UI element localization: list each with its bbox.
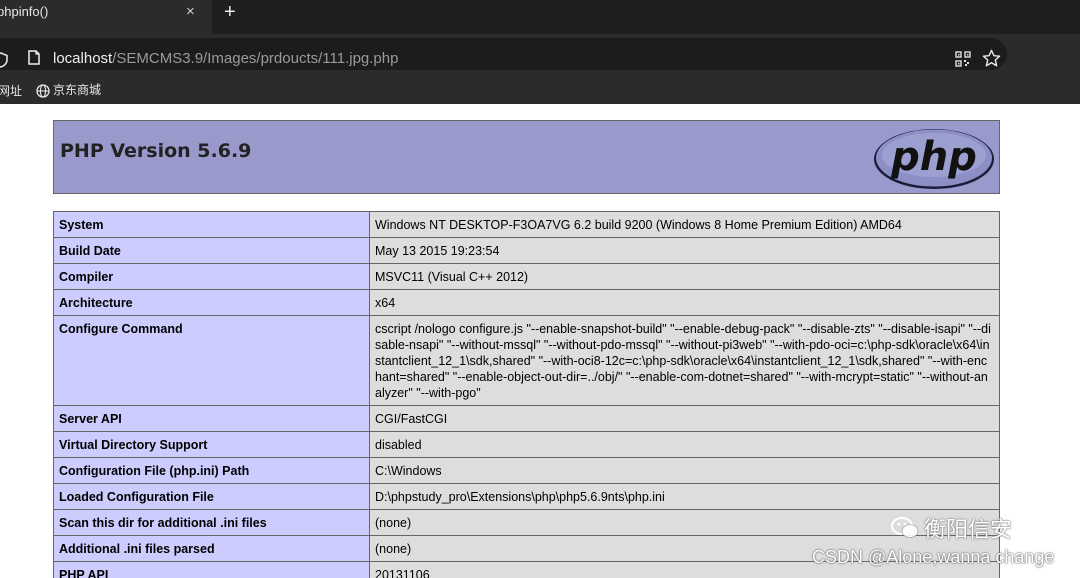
tab-strip: phpinfo() × + xyxy=(0,0,1080,34)
table-row: Server API CGI/FastCGI xyxy=(53,405,1000,432)
table-row: Configure Command cscript /nologo configu… xyxy=(53,315,1000,406)
watermark-brand: 衡阳信安 xyxy=(890,512,1012,544)
page-title: PHP Version 5.6.9 xyxy=(60,140,252,162)
url-host: localhost xyxy=(53,50,113,67)
table-row: Architecture x64 xyxy=(53,289,1000,316)
new-tab-button[interactable]: + xyxy=(224,0,236,26)
row-key: Server API xyxy=(53,405,370,432)
tab-close-button[interactable]: × xyxy=(186,0,195,24)
row-key: Compiler xyxy=(53,263,370,290)
table-row: Build Date May 13 2015 19:23:54 xyxy=(53,237,1000,264)
row-value: x64 xyxy=(369,289,1000,316)
row-value: disabled xyxy=(369,431,1000,458)
row-value: CGI/FastCGI xyxy=(369,405,1000,432)
row-value: Windows NT DESKTOP-F3OA7VG 6.2 build 920… xyxy=(369,211,1000,238)
url-path: /SEMCMS3.9/Images/prdoucts/111.jpg.php xyxy=(112,50,399,67)
watermark-csdn: CSDN @Alone,wanna change xyxy=(812,547,1055,567)
tab-title: phpinfo() xyxy=(0,4,49,19)
table-row: Configuration File (php.ini) Path C:\Wind… xyxy=(53,457,1000,484)
shield-icon[interactable] xyxy=(0,52,8,68)
table-row: Compiler MSVC11 (Visual C++ 2012) xyxy=(53,263,1000,290)
php-logo-text: php xyxy=(890,134,977,180)
row-key: Virtual Directory Support xyxy=(53,431,370,458)
qr-code-icon[interactable] xyxy=(955,51,971,67)
bookmark-item[interactable]: 网址 xyxy=(0,82,22,99)
row-key: Scan this dir for additional .ini files xyxy=(53,509,370,536)
php-info-table: System Windows NT DESKTOP-F3OA7VG 6.2 bui… xyxy=(53,211,1000,578)
bookmark-label: 京东商城 xyxy=(53,83,102,97)
row-key: Build Date xyxy=(53,237,370,264)
wechat-icon xyxy=(891,517,919,538)
php-header: PHP Version 5.6.9 php xyxy=(53,120,1000,194)
row-key: PHP API xyxy=(53,561,370,578)
browser-tab[interactable]: phpinfo() × xyxy=(0,0,212,34)
bookmark-item[interactable]: 京东商城 xyxy=(36,81,101,98)
bookmarks-bar: 网址 京东商城 xyxy=(0,76,1080,104)
row-key: Additional .ini files parsed xyxy=(53,535,370,562)
row-key: Loaded Configuration File xyxy=(53,483,370,510)
address-url[interactable]: localhost/SEMCMS3.9/Images/prdoucts/111.… xyxy=(53,50,398,68)
table-row: Virtual Directory Support disabled xyxy=(53,431,1000,458)
row-value: cscript /nologo configure.js "--enable-s… xyxy=(369,315,1000,406)
page-content: PHP Version 5.6.9 php System Windows NT D… xyxy=(0,104,1080,578)
star-icon[interactable] xyxy=(982,49,1001,68)
address-bar[interactable]: localhost/SEMCMS3.9/Images/prdoucts/111.… xyxy=(0,38,1007,70)
table-row: Loaded Configuration File D:\phpstudy_pro… xyxy=(53,483,1000,510)
row-value: MSVC11 (Visual C++ 2012) xyxy=(369,263,1000,290)
row-value: May 13 2015 19:23:54 xyxy=(369,237,1000,264)
page-icon[interactable] xyxy=(28,50,40,65)
navigation-bar: localhost/SEMCMS3.9/Images/prdoucts/111.… xyxy=(0,34,1080,76)
row-value: D:\phpstudy_pro\Extensions\php\php5.6.9n… xyxy=(369,483,1000,510)
table-row: System Windows NT DESKTOP-F3OA7VG 6.2 bui… xyxy=(53,211,1000,238)
row-key: Architecture xyxy=(53,289,370,316)
row-key: Configure Command xyxy=(53,315,370,406)
watermark-brand-text: 衡阳信安 xyxy=(924,517,1013,542)
row-key: Configuration File (php.ini) Path xyxy=(53,457,370,484)
table-row: Scan this dir for additional .ini files(… xyxy=(53,509,1000,536)
globe-icon xyxy=(36,84,50,98)
row-value: C:\Windows xyxy=(369,457,1000,484)
php-logo[interactable]: php xyxy=(872,125,996,191)
row-key: System xyxy=(53,211,370,238)
